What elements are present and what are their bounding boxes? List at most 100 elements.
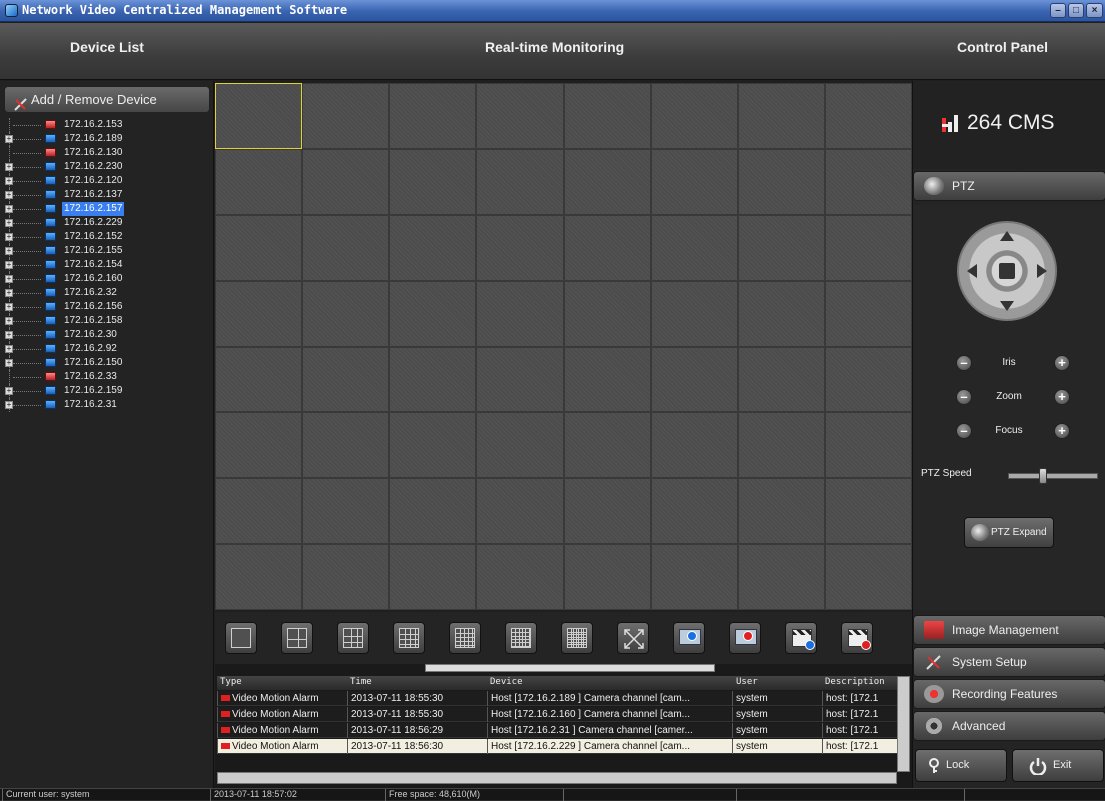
video-cell[interactable] [389, 544, 477, 610]
video-cell[interactable] [302, 544, 390, 610]
video-cell[interactable] [650, 478, 738, 545]
video-cell[interactable] [650, 214, 738, 281]
log-row[interactable]: Video Motion Alarm 2013-07-11 18:55:30 Hos… [217, 707, 903, 722]
ptz-joystick[interactable] [957, 221, 1057, 321]
advanced-button[interactable]: Advanced [913, 711, 1105, 741]
video-cell[interactable] [824, 280, 912, 347]
device-tree-item[interactable]: +172.16.2.137 [0, 188, 212, 202]
video-cell[interactable] [824, 544, 912, 610]
video-cell[interactable] [476, 214, 564, 281]
expand-toggle-icon[interactable]: + [5, 135, 13, 143]
video-cell[interactable] [302, 280, 390, 347]
fullscreen-button[interactable] [617, 622, 649, 654]
device-tree-item[interactable]: +172.16.2.158 [0, 314, 212, 328]
video-cell[interactable] [824, 346, 912, 413]
video-cell[interactable] [563, 478, 651, 545]
video-cell[interactable] [476, 544, 564, 610]
log-row[interactable]: Video Motion Alarm 2013-07-11 18:55:30 Hos… [217, 691, 903, 706]
video-cell[interactable] [650, 83, 738, 149]
maximize-button[interactable]: □ [1068, 3, 1084, 18]
log-col-time[interactable]: Time [350, 677, 372, 687]
focus-plus-button[interactable]: + [1054, 423, 1070, 439]
device-tree-item[interactable]: +172.16.2.230 [0, 160, 212, 174]
video-cell[interactable] [215, 214, 303, 281]
stop-all-record-button[interactable] [841, 622, 873, 654]
ptz-section-header[interactable]: PTZ [913, 171, 1105, 201]
recording-features-button[interactable]: Recording Features [913, 679, 1105, 709]
video-cell[interactable] [563, 214, 651, 281]
video-cell[interactable] [389, 280, 477, 347]
focus-minus-button[interactable]: – [956, 423, 972, 439]
video-cell[interactable] [302, 412, 390, 479]
layout-36-button[interactable] [505, 622, 537, 654]
video-cell[interactable] [215, 412, 303, 479]
add-remove-device-button[interactable]: Add / Remove Device [4, 86, 210, 113]
device-tree-item[interactable]: +172.16.2.92 [0, 342, 212, 356]
video-cell[interactable] [302, 478, 390, 545]
start-all-record-button[interactable] [785, 622, 817, 654]
video-cell[interactable] [824, 478, 912, 545]
video-cell[interactable] [302, 83, 390, 149]
video-cell[interactable] [737, 346, 825, 413]
expand-toggle-icon[interactable]: + [5, 345, 13, 353]
video-cell[interactable] [476, 280, 564, 347]
expand-toggle-icon[interactable]: + [5, 191, 13, 199]
device-tree-item[interactable]: +172.16.2.154 [0, 258, 212, 272]
video-cell[interactable] [824, 83, 912, 149]
log-col-type[interactable]: Type [220, 677, 242, 687]
video-cell[interactable] [650, 280, 738, 347]
lock-button[interactable]: Lock [915, 749, 1007, 782]
layout-16-button[interactable] [393, 622, 425, 654]
video-cell[interactable] [215, 83, 303, 149]
device-tree-item[interactable]: +172.16.2.155 [0, 244, 212, 258]
video-cell[interactable] [650, 346, 738, 413]
video-cell[interactable] [737, 544, 825, 610]
expand-toggle-icon[interactable]: + [5, 289, 13, 297]
log-col-user[interactable]: User [736, 677, 758, 687]
expand-toggle-icon[interactable]: + [5, 247, 13, 255]
video-cell[interactable] [737, 280, 825, 347]
layout-9-button[interactable] [337, 622, 369, 654]
layout-1-button[interactable] [225, 622, 257, 654]
expand-toggle-icon[interactable]: + [5, 261, 13, 269]
ptz-expand-button[interactable]: PTZ Expand [964, 517, 1054, 548]
video-cell[interactable] [650, 544, 738, 610]
video-cell[interactable] [563, 412, 651, 479]
video-cell[interactable] [737, 412, 825, 479]
device-tree-item[interactable]: +172.16.2.152 [0, 230, 212, 244]
video-cell[interactable] [389, 412, 477, 479]
expand-toggle-icon[interactable]: + [5, 219, 13, 227]
device-tree-item[interactable]: +172.16.2.159 [0, 384, 212, 398]
video-cell[interactable] [476, 148, 564, 215]
zoom-plus-button[interactable]: + [1054, 389, 1070, 405]
log-col-device[interactable]: Device [490, 677, 523, 687]
expand-toggle-icon[interactable]: + [5, 163, 13, 171]
system-setup-button[interactable]: System Setup [913, 647, 1105, 677]
video-cell[interactable] [215, 544, 303, 610]
device-tree-item[interactable]: 172.16.2.33 [0, 370, 212, 384]
video-cell[interactable] [389, 478, 477, 545]
video-cell[interactable] [476, 83, 564, 149]
ptz-speed-slider[interactable] [1008, 468, 1098, 484]
device-tree-item[interactable]: +172.16.2.150 [0, 356, 212, 370]
video-cell[interactable] [302, 214, 390, 281]
video-cell[interactable] [215, 478, 303, 545]
video-cell[interactable] [737, 83, 825, 149]
video-cell[interactable] [824, 214, 912, 281]
video-cell[interactable] [824, 148, 912, 215]
device-tree-item[interactable]: 172.16.2.130 [0, 146, 212, 160]
layout-4-button[interactable] [281, 622, 313, 654]
video-cell[interactable] [476, 478, 564, 545]
expand-toggle-icon[interactable]: + [5, 387, 13, 395]
video-cell[interactable] [389, 148, 477, 215]
ptz-speed-handle[interactable] [1039, 468, 1048, 484]
device-tree-item[interactable]: +172.16.2.30 [0, 328, 212, 342]
log-splitter-handle[interactable] [425, 664, 715, 672]
image-management-button[interactable]: Image Management [913, 615, 1105, 645]
expand-toggle-icon[interactable]: + [5, 275, 13, 283]
video-cell[interactable] [476, 346, 564, 413]
video-cell[interactable] [563, 280, 651, 347]
video-cell[interactable] [302, 148, 390, 215]
device-tree-item[interactable]: +172.16.2.120 [0, 174, 212, 188]
video-cell[interactable] [737, 478, 825, 545]
